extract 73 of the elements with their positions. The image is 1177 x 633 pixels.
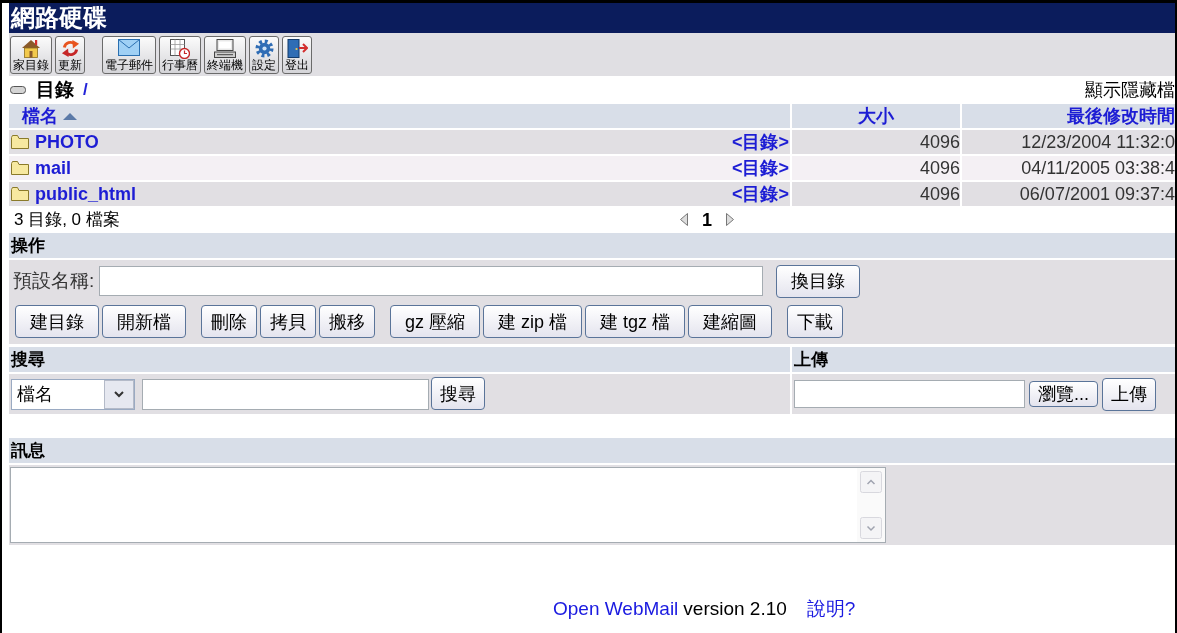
section-header: 上傳 xyxy=(792,347,1175,372)
section-header: 操作 xyxy=(9,233,1175,258)
column-header-link[interactable]: 大小 xyxy=(858,105,894,127)
house-icon xyxy=(21,39,41,58)
computer-icon xyxy=(214,39,236,58)
scroll-up-icon[interactable] xyxy=(860,471,882,493)
action-button[interactable]: gz 壓縮 xyxy=(390,305,480,338)
change-directory-button[interactable]: 換目錄 xyxy=(776,264,861,298)
table-cell: 04/11/2005 03:38:4 xyxy=(962,156,1175,180)
toolbar-button[interactable]: 終端機 xyxy=(204,36,246,74)
action-button[interactable]: 開新檔 xyxy=(102,305,186,338)
calendar-clock-icon xyxy=(170,39,190,59)
path-link[interactable]: / xyxy=(83,78,88,101)
folder-icon xyxy=(11,161,29,175)
action-button[interactable]: 建 zip 檔 xyxy=(483,305,583,338)
action-button[interactable]: 刪除 xyxy=(201,305,257,338)
toolbar-button[interactable]: 家目錄 xyxy=(10,36,52,74)
folder-icon xyxy=(11,187,29,201)
column-header-link[interactable]: 最後修改時間 xyxy=(1067,105,1175,127)
chevron-down-icon xyxy=(104,379,134,409)
table-cell: 4096 xyxy=(792,130,960,154)
summary-text: 3 目錄, 0 檔案 xyxy=(13,208,121,231)
gear-icon xyxy=(254,39,274,58)
action-button[interactable]: 拷貝 xyxy=(260,305,316,338)
arrow-left-icon[interactable] xyxy=(680,213,688,226)
webmail-link[interactable]: Open WebMail xyxy=(553,599,679,619)
folder-link[interactable]: mail xyxy=(35,157,72,179)
folder-icon xyxy=(11,135,29,149)
action-button[interactable]: 建目錄 xyxy=(15,305,99,338)
scroll-down-icon[interactable] xyxy=(860,517,882,539)
page-number: 1 xyxy=(702,208,712,231)
help-link[interactable]: 說明? xyxy=(806,599,856,619)
table-cell: 12/23/2004 11:32:0 xyxy=(962,130,1175,154)
action-button[interactable]: 下載 xyxy=(787,305,844,338)
browse-button[interactable]: 瀏覽... xyxy=(1029,381,1098,407)
arrow-right-icon[interactable] xyxy=(726,213,734,226)
section-header: 訊息 xyxy=(9,438,1175,463)
action-button[interactable]: 建 tgz 檔 xyxy=(585,305,686,338)
scrollbar[interactable] xyxy=(857,468,885,542)
name-label: 預設名稱: xyxy=(13,270,95,292)
toolbar-button[interactable]: 設定 xyxy=(249,36,279,74)
sort-up-icon xyxy=(63,112,77,120)
drive-icon xyxy=(10,85,26,94)
type-link[interactable]: <目錄> xyxy=(731,183,789,205)
folder-link[interactable]: public_html xyxy=(35,183,136,205)
toolbar-button[interactable]: 電子郵件 xyxy=(102,36,156,74)
envelope-icon xyxy=(118,39,140,56)
upload-button[interactable]: 上傳 xyxy=(1102,377,1156,411)
search-field[interactable] xyxy=(142,378,429,410)
show-hidden-link[interactable]: 顯示隱藏檔 xyxy=(1085,78,1175,101)
door-arrow-icon xyxy=(286,39,308,58)
folder-link[interactable]: PHOTO xyxy=(35,131,99,153)
search-button[interactable]: 搜尋 xyxy=(431,377,485,410)
table-cell: 4096 xyxy=(792,182,960,206)
directory-label: 目錄 xyxy=(36,78,74,101)
window-title: 網路硬碟 xyxy=(9,3,1175,33)
toolbar-button[interactable]: 登出 xyxy=(282,36,312,74)
type-link[interactable]: <目錄> xyxy=(731,131,789,153)
filter-select[interactable]: 檔名 xyxy=(11,378,135,410)
toolbar-button[interactable]: 更新 xyxy=(55,36,85,74)
type-link[interactable]: <目錄> xyxy=(731,157,789,179)
message-field[interactable] xyxy=(10,467,886,543)
action-button[interactable]: 建縮圖 xyxy=(688,305,773,338)
section-header: 搜尋 xyxy=(9,347,790,372)
table-cell: 06/07/2001 09:37:4 xyxy=(962,182,1175,206)
refresh-icon xyxy=(60,39,80,58)
version-text: version 2.10 xyxy=(683,599,787,619)
table-cell: 4096 xyxy=(792,156,960,180)
column-header-link[interactable]: 檔名 xyxy=(22,105,77,127)
action-button[interactable]: 搬移 xyxy=(319,305,375,338)
name-field[interactable] xyxy=(99,266,764,296)
file-path-field[interactable] xyxy=(794,380,1025,408)
toolbar-button[interactable]: 行事曆 xyxy=(159,36,201,74)
